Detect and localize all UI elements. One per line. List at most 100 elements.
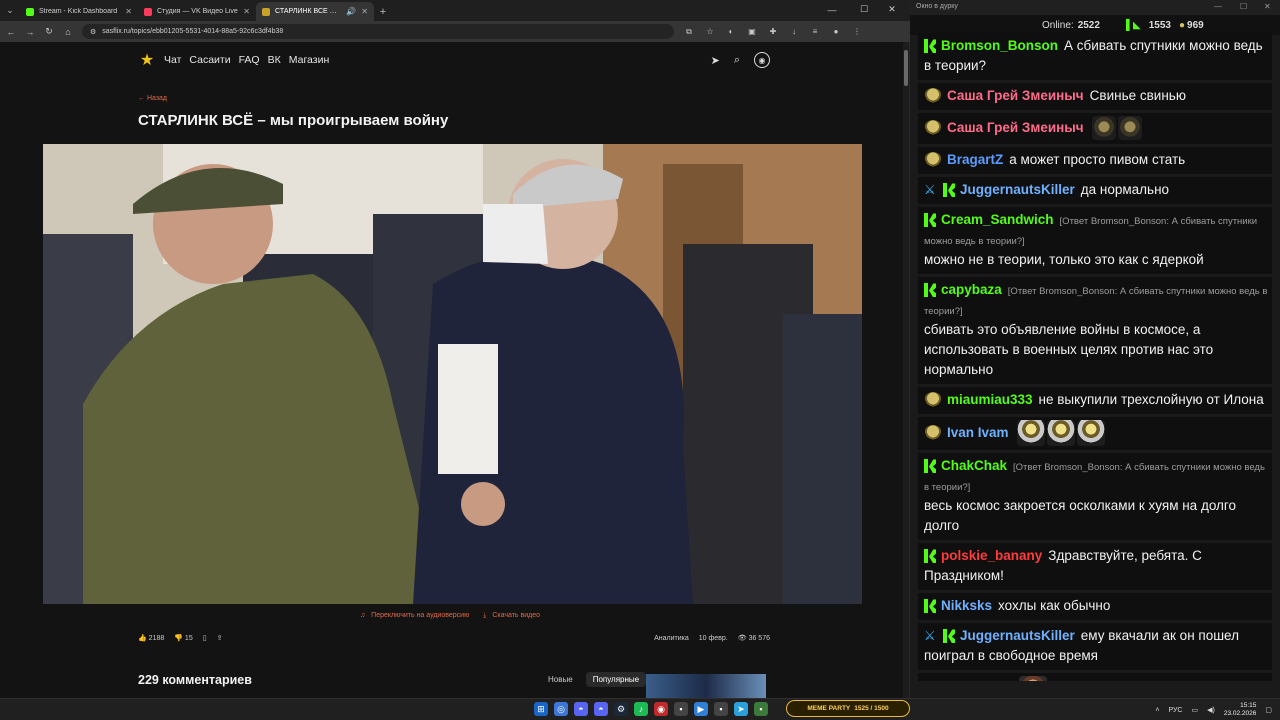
chat-message-text: можно не в теории, только это как с ядер… [924,252,1204,267]
steam-icon[interactable]: ⚙ [614,702,628,716]
chat-message: ⚔ JuggernautsKiller ему вкачали ак он поше… [918,623,1272,671]
extension-icon[interactable]: ◐ [725,27,737,36]
discord-icon[interactable]: ◓ [574,702,588,716]
category-tag[interactable]: Аналитика [654,635,689,642]
sort-popular-button[interactable]: Популярные [585,672,647,687]
tab-search-icon[interactable]: ⌄ [0,0,20,21]
tray-overflow-icon[interactable]: ˄ [1155,707,1159,714]
chat-message: Саша Грей Змеиныч Свинье свинью [918,83,1272,111]
nav-sasaiti-link[interactable]: Сасаити [189,54,230,66]
close-window-button[interactable]: ✕ [880,0,904,19]
chat-username[interactable]: Bromson_Bonson [941,38,1058,53]
tab-kick-dashboard[interactable]: Stream - Kick Dashboard ✕ [20,2,138,21]
close-icon[interactable]: ✕ [125,7,132,16]
speaker-icon[interactable]: 🔊 [346,7,356,16]
bookmark-star-icon[interactable]: ☆ [704,27,716,36]
audio-version-link[interactable]: ♫ Переключить на аудиоверсию [360,612,473,619]
chat-username[interactable]: polskie_banany [941,548,1042,563]
site-logo-icon[interactable]: ★ [138,51,156,69]
kick-badge-icon [924,283,936,298]
back-link[interactable]: ← Назад [138,95,167,102]
menu-icon[interactable]: ⋮ [851,27,863,36]
extension-icon[interactable]: ▣ [746,27,758,36]
related-video-thumbnail[interactable] [646,674,766,698]
chat-username[interactable]: Cream_Sandwich [941,212,1054,227]
nav-chat-link[interactable]: Чат [164,54,181,66]
send-icon[interactable]: ➤ [711,54,720,67]
scrollbar-thumb[interactable] [904,50,908,86]
nav-vk-link[interactable]: ВК [268,54,281,66]
profile-icon[interactable]: ● [830,27,842,36]
chat-username[interactable]: Ivan Ivam [947,425,1009,440]
back-arrow-icon[interactable]: ← [6,27,16,37]
sort-new-button[interactable]: Новые [541,672,580,687]
start-menu-icon[interactable]: ⊞ [534,702,548,716]
post-meta: 👍 2188 👎 15 ▯ ⇪ Аналитика 10 февр. 👁 36 … [138,631,770,645]
avatar-badge-icon [924,120,942,136]
notifications-icon[interactable]: ▢ [1265,706,1272,714]
share-icon[interactable]: ⇪ [217,634,223,642]
taskbar: ⊞ ◎ ◓ ◓ ⚙ ♪ ◉ ▪ ▶ ▪ ➤ ▪ MEME PARTY 1525 … [0,698,1280,720]
chrome-icon[interactable]: ◎ [554,702,568,716]
chat-username[interactable]: capybaza [941,282,1002,297]
page-scrollbar[interactable] [903,42,909,698]
media-player-icon[interactable]: ▶ [694,702,708,716]
dislike-button[interactable]: 👎 15 [174,634,192,642]
close-window-button[interactable]: ✕ [1264,2,1271,11]
chat-username[interactable]: miaumiau333 [947,392,1033,407]
tab-starlink[interactable]: СТАРЛИНК ВСЁ — мы проигр 🔊 ✕ [256,2,374,21]
search-icon[interactable]: ⌕ [734,54,740,67]
bookmark-icon[interactable]: ▯ [203,634,207,642]
new-tab-button[interactable]: + [374,2,392,21]
chat-username[interactable]: JuggernautsKiller [960,628,1075,643]
kick-viewer-count: 1553 [1148,19,1171,31]
app-icon[interactable]: ▪ [674,702,688,716]
translate-icon[interactable]: ⧉ [683,27,695,37]
download-video-link[interactable]: ⤓ Скачать видео [483,612,544,619]
chat-username[interactable]: JuggernautsKiller [960,182,1075,197]
maximize-button[interactable]: ☐ [852,0,876,19]
home-icon[interactable]: ⌂ [63,27,73,37]
video-player[interactable] [43,144,862,604]
app-icon[interactable]: ▪ [754,702,768,716]
extensions-puzzle-icon[interactable]: ✚ [767,27,779,36]
nav-faq-link[interactable]: FAQ [239,54,260,66]
telegram-icon[interactable]: ➤ [734,702,748,716]
like-button[interactable]: 👍 2188 [138,634,164,642]
sword-badge-icon: ⚔ [924,628,936,644]
obs-icon[interactable]: ◉ [654,702,668,716]
site-info-icon[interactable]: ⚙ [90,28,96,36]
clock[interactable]: 15:15 23.02.2026 [1224,702,1257,718]
chat-message: BragartZ а может просто пивом стать [918,147,1272,175]
minimize-button[interactable]: — [1214,2,1222,11]
chat-username[interactable]: Саша Грей Змеиныч [947,120,1084,135]
user-profile-icon[interactable]: ◉ [754,52,770,68]
forward-arrow-icon[interactable]: → [25,27,35,37]
reload-icon[interactable]: ↻ [44,26,54,37]
reading-list-icon[interactable]: ≡ [809,27,821,36]
network-icon[interactable]: ▭ [1191,706,1198,714]
tab-vk-studio[interactable]: Студия — VK Видео Live ✕ [138,2,256,21]
discord-icon[interactable]: ◓ [594,702,608,716]
chat-message-text: да нормально [1080,182,1170,197]
close-icon[interactable]: ✕ [361,7,368,16]
spotify-icon[interactable]: ♪ [634,702,648,716]
app-icon[interactable]: ▪ [714,702,728,716]
meme-party-widget[interactable]: MEME PARTY 1525 / 1500 [786,700,910,717]
nav-shop-link[interactable]: Магазин [289,54,330,66]
chat-message: Саша Грей Змеиныч [918,113,1272,145]
url-field[interactable]: ⚙ sasflix.ru/topics/ebb01205-5531-4014-8… [82,24,674,39]
close-icon[interactable]: ✕ [243,7,250,16]
online-label: Online: [1042,19,1074,31]
keyboard-language[interactable]: РУС [1168,707,1182,714]
chat-emote-icon [1016,420,1045,446]
chat-username[interactable]: Nikksks [941,598,992,613]
header-actions: ➤ ⌕ ◉ [711,50,770,70]
minimize-button[interactable]: — [820,0,844,19]
chat-username[interactable]: Саша Грей Змеиныч [947,88,1084,103]
chat-username[interactable]: ChakChak [941,458,1007,473]
maximize-button[interactable]: ☐ [1240,2,1247,11]
volume-icon[interactable]: ◀) [1207,706,1215,714]
chat-username[interactable]: BragartZ [947,152,1003,167]
download-icon[interactable]: ↓ [788,27,800,36]
